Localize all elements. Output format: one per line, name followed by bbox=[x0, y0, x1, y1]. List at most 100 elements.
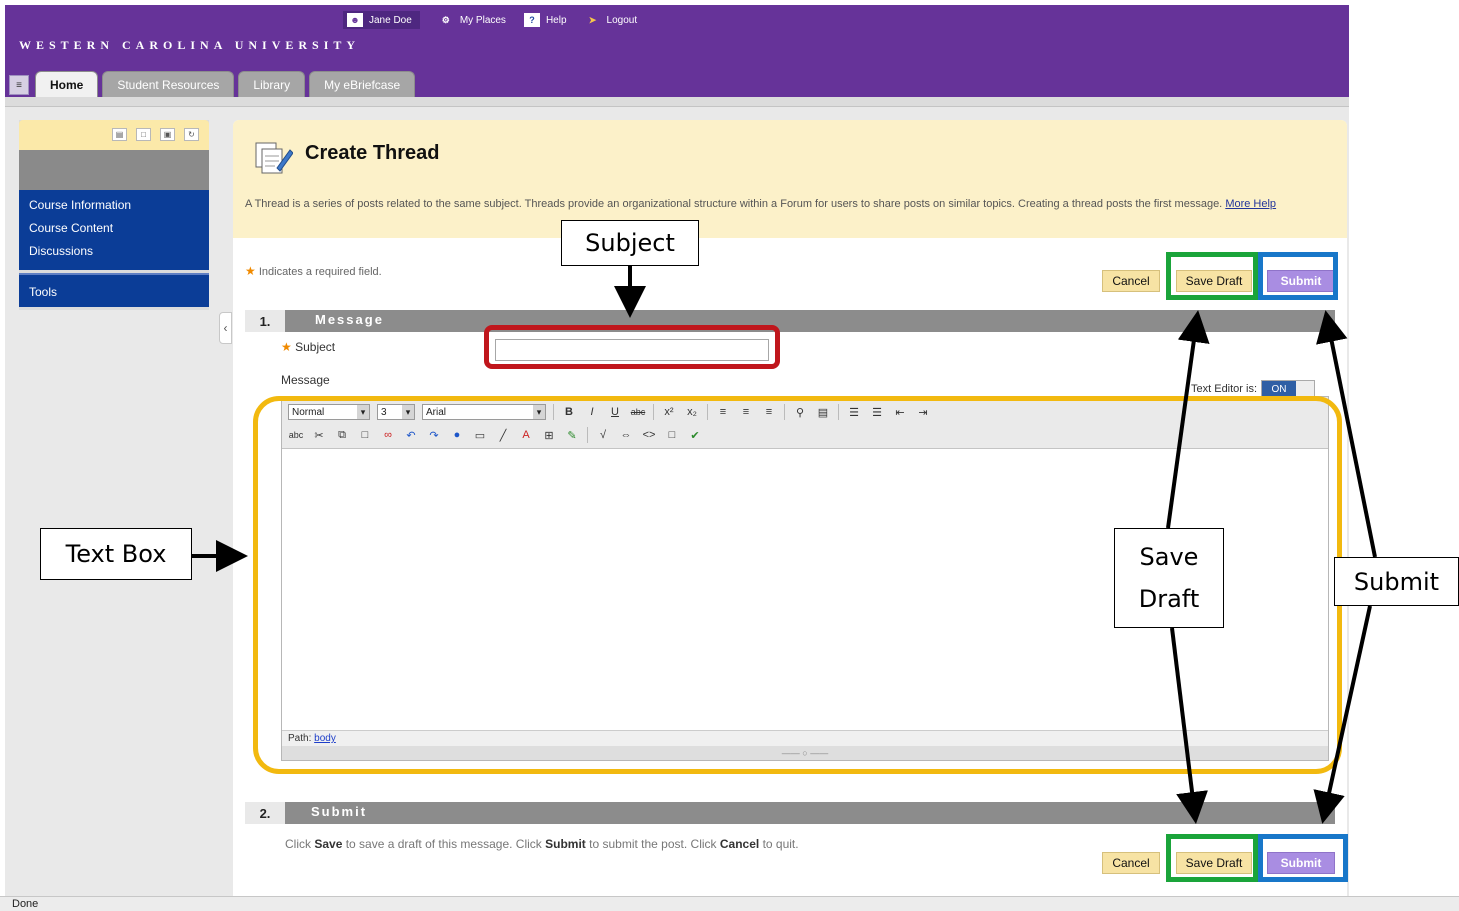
source-icon[interactable]: <> bbox=[641, 427, 657, 443]
submit-note-text: Click bbox=[285, 837, 315, 851]
required-note-text: Indicates a required field. bbox=[258, 266, 382, 278]
text-editor-state: ON bbox=[1262, 381, 1297, 397]
course-menu-header: ▤ □ ▣ ↻ bbox=[19, 120, 209, 150]
toolbar-separator bbox=[707, 404, 708, 420]
html-code-icon[interactable]: ⇔ bbox=[618, 427, 634, 443]
sidebar-item-tools[interactable]: Tools bbox=[19, 281, 209, 304]
submit-note-text: to submit the post. Click bbox=[585, 837, 720, 851]
preview-icon[interactable]: □ bbox=[664, 427, 680, 443]
sidebar-item-course-content[interactable]: Course Content bbox=[19, 217, 209, 240]
insert-object-icon[interactable]: ⊞ bbox=[541, 427, 557, 443]
logout-link[interactable]: ➤ Logout bbox=[585, 13, 637, 27]
tab-library[interactable]: Library bbox=[238, 71, 306, 97]
list-view-icon[interactable]: ▤ bbox=[112, 128, 127, 141]
section-number: 2. bbox=[245, 802, 285, 824]
align-left-icon[interactable]: ≡ bbox=[715, 404, 731, 420]
message-label: Message bbox=[281, 373, 330, 387]
save-draft-button-top[interactable]: Save Draft bbox=[1176, 270, 1252, 292]
redo-icon[interactable]: ↷ bbox=[426, 427, 442, 443]
university-logo[interactable]: WESTERN CAROLINA UNIVERSITY bbox=[19, 38, 360, 53]
content-area: Create Thread A Thread is a series of po… bbox=[233, 120, 1347, 896]
underline-icon[interactable]: U bbox=[607, 404, 623, 420]
required-star-icon: ★ bbox=[281, 340, 292, 354]
tools-block: Tools bbox=[19, 273, 209, 307]
sidebar-item-discussions[interactable]: Discussions bbox=[19, 240, 209, 263]
replace-icon[interactable]: ▤ bbox=[815, 404, 831, 420]
font-size-select[interactable]: 3 bbox=[377, 404, 415, 420]
browser-viewport: ☻ Jane Doe ⚙ My Places ? Help ➤ Logout W… bbox=[5, 5, 1349, 896]
align-right-icon[interactable]: ≡ bbox=[761, 404, 777, 420]
save-draft-button-bottom[interactable]: Save Draft bbox=[1176, 852, 1252, 874]
copy-icon[interactable]: ⧉ bbox=[334, 427, 350, 443]
user-icon: ☻ bbox=[347, 13, 363, 27]
browser-status-bar: Done bbox=[0, 896, 1459, 911]
tab-my-ebriefcase[interactable]: My eBriefcase bbox=[309, 71, 416, 97]
outdent-icon[interactable]: ⇤ bbox=[892, 404, 908, 420]
more-help-link[interactable]: More Help bbox=[1225, 198, 1276, 210]
unlink-icon[interactable]: ∞ bbox=[380, 427, 396, 443]
text-color-icon[interactable]: A bbox=[518, 427, 534, 443]
submit-instructions: Click Save to save a draft of this messa… bbox=[285, 837, 799, 851]
course-links: Course Information Course Content Discus… bbox=[19, 190, 209, 270]
submit-button-bottom[interactable]: Submit bbox=[1267, 852, 1335, 874]
folder-view-icon[interactable]: □ bbox=[136, 128, 151, 141]
cut-icon[interactable]: ✂ bbox=[311, 427, 327, 443]
submit-note-save: Save bbox=[314, 837, 343, 851]
section-message-bar: 1. Message bbox=[245, 310, 1335, 332]
cancel-button-top[interactable]: Cancel bbox=[1102, 270, 1160, 292]
help-link[interactable]: ? Help bbox=[523, 13, 567, 27]
my-places-link[interactable]: ⚙ My Places bbox=[438, 13, 506, 27]
format-select[interactable]: Normal bbox=[288, 404, 370, 420]
equation-icon[interactable]: √ bbox=[595, 427, 611, 443]
toolbar-separator bbox=[838, 404, 839, 420]
help-label: Help bbox=[545, 14, 567, 26]
toolbar-row-2: abc ✂ ⧉ □ ∞ ↶ ↷ ● ▭ ╱ A ⊞ ✎ √ ⇔ <> □ ✔ bbox=[288, 424, 703, 446]
cancel-button-bottom[interactable]: Cancel bbox=[1102, 852, 1160, 874]
refresh-icon[interactable]: ↻ bbox=[184, 128, 199, 141]
required-field-note: ★ Indicates a required field. bbox=[245, 264, 382, 278]
toolbar-separator bbox=[587, 427, 588, 443]
draw-line-icon[interactable]: ╱ bbox=[495, 427, 511, 443]
submit-note-cancel: Cancel bbox=[719, 837, 760, 851]
insert-table-icon[interactable]: ▭ bbox=[472, 427, 488, 443]
italic-icon[interactable]: I bbox=[584, 404, 600, 420]
collapse-menu-icon[interactable]: ‹ bbox=[219, 312, 232, 344]
bold-icon[interactable]: B bbox=[561, 404, 577, 420]
submit-button-top[interactable]: Submit bbox=[1267, 270, 1335, 292]
paste-icon[interactable]: □ bbox=[357, 427, 373, 443]
path-body-link[interactable]: body bbox=[314, 733, 336, 744]
strikethrough-icon[interactable]: abc bbox=[630, 404, 646, 420]
font-family-select[interactable]: Arial bbox=[422, 404, 546, 420]
find-icon[interactable]: ⚲ bbox=[792, 404, 808, 420]
path-label: Path: bbox=[288, 733, 312, 744]
highlight-icon[interactable]: ✎ bbox=[564, 427, 580, 443]
places-icon: ⚙ bbox=[441, 14, 450, 25]
undo-icon[interactable]: ↶ bbox=[403, 427, 419, 443]
numbered-list-icon[interactable]: ☰ bbox=[846, 404, 862, 420]
window-view-icon[interactable]: ▣ bbox=[160, 128, 175, 141]
subscript-icon[interactable]: x₂ bbox=[684, 404, 700, 420]
spell-check-done-icon[interactable]: ✔ bbox=[687, 427, 703, 443]
insert-link-icon[interactable]: ● bbox=[449, 427, 465, 443]
section-number: 1. bbox=[245, 310, 285, 332]
logout-icon: ➤ bbox=[588, 14, 597, 25]
toolbar-separator bbox=[553, 404, 554, 420]
tab-student-resources[interactable]: Student Resources bbox=[102, 71, 235, 97]
indent-icon[interactable]: ⇥ bbox=[915, 404, 931, 420]
page-header: Create Thread A Thread is a series of po… bbox=[233, 120, 1347, 238]
section-title: Message bbox=[315, 312, 384, 327]
user-menu[interactable]: ☻ Jane Doe bbox=[343, 11, 420, 29]
editor-resize-handle[interactable]: —— ○ —— bbox=[282, 746, 1328, 760]
toolbar-separator bbox=[653, 404, 654, 420]
editor-toolbar: Normal 3 Arial B I U abc x² x₂ ≡ ≡ ≡ bbox=[282, 397, 1328, 449]
save-draft-callout: Save Draft bbox=[1114, 528, 1224, 628]
align-center-icon[interactable]: ≡ bbox=[738, 404, 754, 420]
help-icon: ? bbox=[523, 13, 540, 27]
spellcheck-icon[interactable]: abc bbox=[288, 427, 304, 443]
bullet-list-icon[interactable]: ☰ bbox=[869, 404, 885, 420]
subject-input[interactable] bbox=[495, 339, 769, 361]
superscript-icon[interactable]: x² bbox=[661, 404, 677, 420]
tab-menu-icon[interactable]: ≡ bbox=[9, 75, 29, 95]
sidebar-item-course-information[interactable]: Course Information bbox=[19, 194, 209, 217]
tab-home[interactable]: Home bbox=[35, 71, 99, 97]
